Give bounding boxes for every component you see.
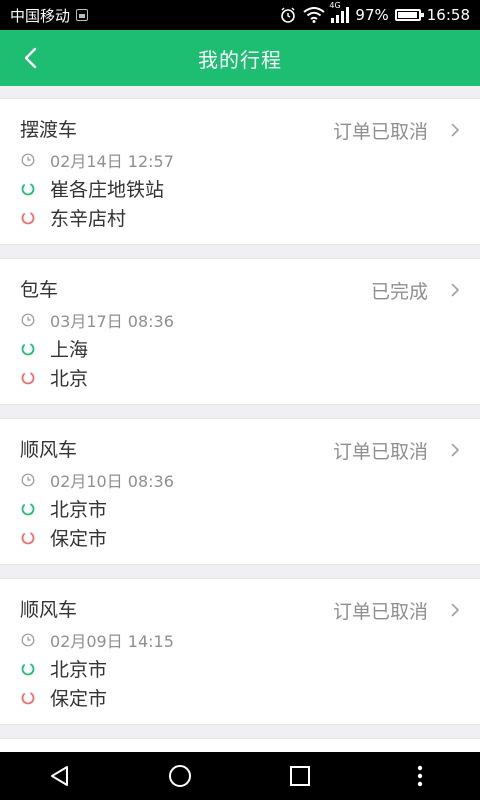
image-notification-icon	[76, 9, 89, 21]
trip-status: 订单已取消	[332, 441, 428, 463]
trip-destination: 保定市	[50, 528, 108, 550]
destination-ring-icon	[21, 211, 35, 224]
trip-card[interactable]: 顺风车 订单已取消 02月09日 14:15 北京市 保定市	[0, 578, 480, 725]
cellular-signal: 4G	[329, 1, 350, 23]
battery-icon	[394, 9, 424, 21]
trip-time-row: 02月09日 14:15	[20, 625, 460, 654]
trip-destination: 北京	[50, 368, 89, 390]
menu-dots-icon	[417, 765, 423, 787]
trip-list: 摆渡车 订单已取消 02月14日 12:57 崔各庄地铁站 东辛店村 包车 已完…	[0, 98, 480, 759]
clock-icon	[21, 633, 35, 646]
back-button[interactable]	[16, 44, 44, 72]
chevron-right-icon	[451, 603, 459, 617]
origin-ring-icon	[21, 182, 35, 195]
trip-time: 03月17日 08:36	[50, 311, 174, 331]
nav-home-button[interactable]	[160, 756, 200, 796]
nav-back-button[interactable]	[40, 756, 80, 796]
trip-card[interactable]: 包车 已完成 03月17日 08:36 上海 北京	[0, 258, 480, 405]
battery-percent: 97%	[355, 6, 389, 24]
trip-time-row: 03月17日 08:36	[20, 305, 460, 334]
destination-ring-icon	[21, 691, 35, 704]
trip-origin: 北京市	[50, 499, 108, 521]
trip-time: 02月09日 14:15	[50, 631, 174, 651]
trip-status: 订单已取消	[332, 121, 428, 143]
nav-recents-button[interactable]	[280, 756, 320, 796]
origin-ring-icon	[21, 502, 35, 515]
clock-icon	[21, 473, 35, 486]
trip-destination-row: 保定市	[20, 683, 460, 712]
trip-destination-row: 保定市	[20, 523, 460, 552]
clock: 16:58	[426, 6, 470, 24]
trip-destination: 东辛店村	[50, 208, 127, 230]
trip-card[interactable]: 摆渡车 订单已取消 02月14日 12:57 崔各庄地铁站 东辛店村	[0, 98, 480, 245]
system-nav-bar	[0, 752, 480, 800]
nav-menu-button[interactable]	[400, 756, 440, 796]
wifi-icon	[303, 7, 326, 23]
trip-origin-row: 上海	[20, 334, 460, 363]
trip-origin-row: 崔各庄地铁站	[20, 174, 460, 203]
back-triangle-icon	[51, 766, 68, 786]
destination-ring-icon	[21, 531, 35, 544]
status-bar: 中国移动 4G 97% 16:58	[0, 0, 480, 30]
trip-origin: 上海	[50, 339, 89, 361]
origin-ring-icon	[21, 662, 35, 675]
trip-origin: 崔各庄地铁站	[50, 179, 165, 201]
trip-time-row: 02月14日 12:57	[20, 145, 460, 174]
network-type-label: 4G	[329, 1, 341, 10]
trip-origin-row: 北京市	[20, 494, 460, 523]
chevron-right-icon	[451, 283, 459, 297]
page-title: 我的行程	[198, 47, 282, 72]
clock-icon	[21, 313, 35, 326]
trip-status: 已完成	[370, 281, 428, 303]
trip-origin: 北京市	[50, 659, 108, 681]
recents-square-icon	[290, 766, 310, 786]
trip-destination-row: 北京	[20, 363, 460, 392]
trip-destination-row: 东辛店村	[20, 203, 460, 232]
chevron-left-icon	[24, 47, 37, 69]
trip-status: 订单已取消	[332, 601, 428, 623]
trip-destination: 保定市	[50, 688, 108, 710]
trip-origin-row: 北京市	[20, 654, 460, 683]
clock-icon	[21, 153, 35, 166]
trip-time: 02月14日 12:57	[50, 151, 174, 171]
alarm-icon	[281, 7, 296, 23]
destination-ring-icon	[21, 371, 35, 384]
origin-ring-icon	[21, 342, 35, 355]
trip-card[interactable]: 顺风车 订单已取消 02月10日 08:36 北京市 保定市	[0, 418, 480, 565]
chevron-right-icon	[451, 443, 459, 457]
home-circle-icon	[169, 765, 191, 787]
trip-time-row: 02月10日 08:36	[20, 465, 460, 494]
trip-time: 02月10日 08:36	[50, 471, 174, 491]
chevron-right-icon	[451, 123, 459, 137]
carrier-label: 中国移动	[10, 6, 71, 25]
app-header: 我的行程	[0, 30, 480, 86]
